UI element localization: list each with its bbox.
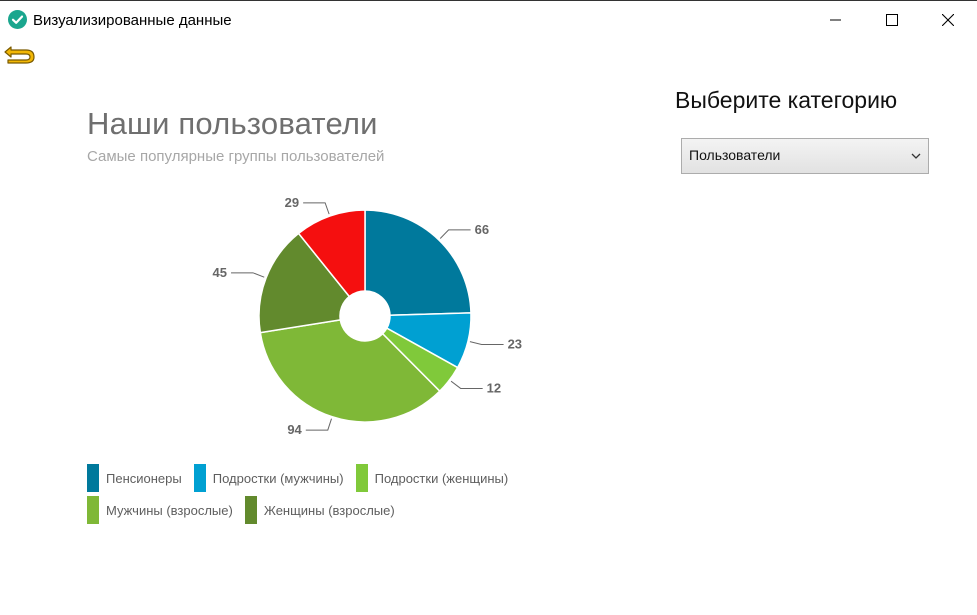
data-label: 45 xyxy=(213,265,227,280)
leader-line xyxy=(231,272,265,278)
leader-line xyxy=(305,418,332,431)
legend-item: Подростки (женщины) xyxy=(355,464,509,492)
leader-line xyxy=(439,229,471,239)
data-label: 94 xyxy=(287,422,302,437)
legend-label: Пенсионеры xyxy=(106,470,182,486)
legend-row: Мужчины (взрослые) Женщины (взрослые) xyxy=(87,496,407,524)
legend-item: Женщины (взрослые) xyxy=(244,496,395,524)
legend-swatch xyxy=(87,464,99,492)
leader-line xyxy=(469,341,504,345)
chevron-down-icon xyxy=(911,153,921,159)
legend-item: Мужчины (взрослые) xyxy=(87,496,233,524)
legend-label: Мужчины (взрослые) xyxy=(106,502,233,518)
legend-label: Подростки (мужчины) xyxy=(212,470,344,486)
data-label: 29 xyxy=(285,195,299,210)
legend-swatch xyxy=(87,496,99,524)
legend-swatch xyxy=(244,496,257,524)
legend-row: Пенсионеры Подростки (мужчины) Подростки (… xyxy=(87,464,520,492)
legend-swatch xyxy=(355,464,368,492)
data-label: 23 xyxy=(508,336,522,351)
legend-label: Женщины (взрослые) xyxy=(263,502,395,518)
leader-line xyxy=(303,202,330,215)
legend-item: Подростки (мужчины) xyxy=(193,464,344,492)
category-dropdown[interactable]: Пользователи xyxy=(681,138,929,174)
legend-item: Пенсионеры xyxy=(87,464,182,492)
category-title: Выберите категорию xyxy=(675,87,898,113)
pie-slice xyxy=(364,209,472,317)
data-label: 12 xyxy=(487,380,501,395)
data-label: 66 xyxy=(475,222,489,237)
category-selected-value: Пользователи xyxy=(689,147,781,163)
legend-swatch xyxy=(193,464,206,492)
leader-line xyxy=(450,380,483,389)
legend-label: Подростки (женщины) xyxy=(374,470,509,486)
